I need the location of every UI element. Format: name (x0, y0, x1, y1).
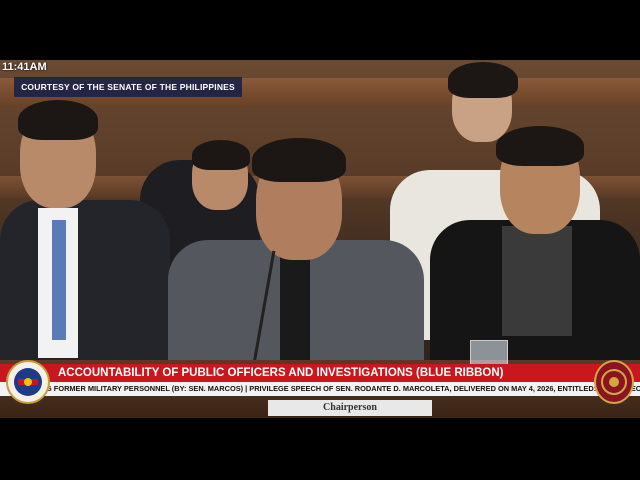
nameplate: Chairperson (268, 400, 432, 416)
news-ticker-text: G FORMER MILITARY PERSONNEL (BY: SEN. MA… (46, 384, 640, 393)
senate-seal-icon (6, 360, 50, 404)
timestamp: 11:41AM (2, 61, 47, 73)
committee-seal-icon (594, 360, 634, 404)
courtesy-label: COURTESY OF THE SENATE OF THE PHILIPPINE… (14, 77, 242, 97)
news-ticker: G FORMER MILITARY PERSONNEL (BY: SEN. MA… (0, 382, 640, 396)
committee-banner-text: ACCOUNTABILITY OF PUBLIC OFFICERS AND IN… (58, 367, 504, 379)
